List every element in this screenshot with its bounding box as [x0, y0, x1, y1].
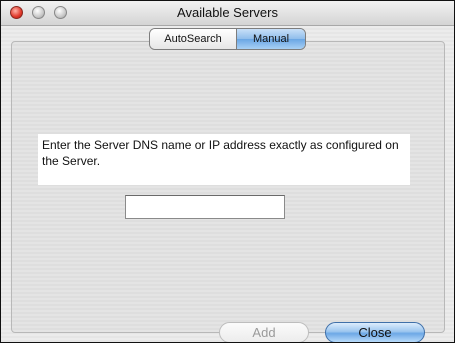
- close-button[interactable]: Close: [325, 322, 425, 342]
- add-button[interactable]: Add: [219, 322, 309, 342]
- window-content: Enter the Server DNS name or IP address …: [1, 26, 454, 342]
- title-bar[interactable]: Available Servers: [1, 1, 454, 26]
- tab-autosearch[interactable]: AutoSearch: [150, 29, 237, 49]
- tab-panel: Enter the Server DNS name or IP address …: [11, 41, 445, 333]
- tab-manual[interactable]: Manual: [237, 29, 305, 49]
- window-title: Available Servers: [177, 5, 278, 20]
- available-servers-window: Available Servers Enter the Server DNS n…: [0, 0, 455, 343]
- instruction-text: Enter the Server DNS name or IP address …: [38, 134, 410, 185]
- mode-tabs: AutoSearch Manual: [149, 28, 306, 50]
- server-address-input[interactable]: [125, 195, 285, 219]
